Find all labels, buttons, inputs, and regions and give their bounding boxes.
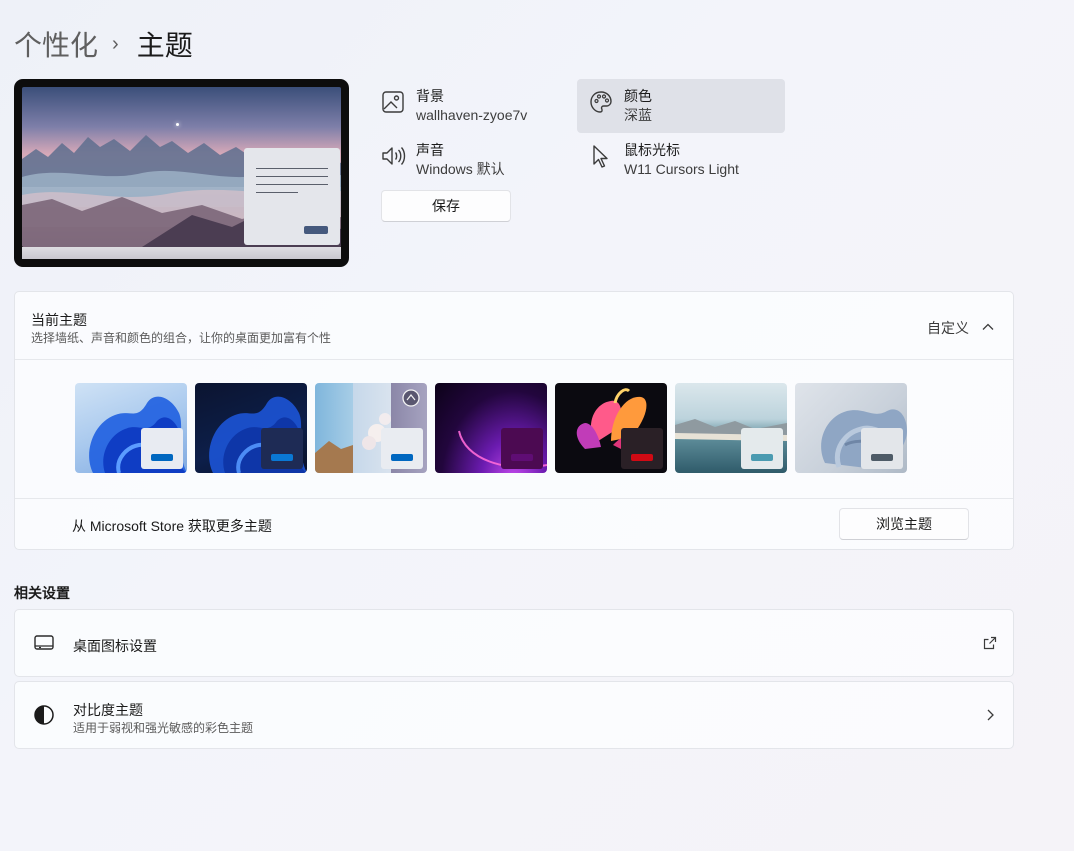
contrast-themes-label: 对比度主题 [73, 702, 143, 718]
preview-taskbar [22, 247, 341, 259]
speaker-icon [382, 147, 406, 165]
cursor-label: 鼠标光标 [624, 142, 680, 158]
color-label: 颜色 [624, 88, 652, 104]
theme-accent-swatch [631, 454, 653, 461]
related-settings-title: 相关设置 [14, 585, 70, 601]
theme-accent-swatch [871, 454, 893, 461]
contrast-themes-row[interactable]: 对比度主题 适用于弱视和强光敏感的彩色主题 [14, 681, 1014, 749]
current-theme-card: 当前主题 选择墙纸、声音和颜色的组合，让你的桌面更加富有个性 自定义 从 Mic… [14, 291, 1014, 550]
desktop-icon-settings-row[interactable]: 桌面图标设置 [14, 609, 1014, 677]
palette-icon [590, 91, 612, 113]
breadcrumb: 个性化 › 主题 [14, 24, 193, 64]
theme-thumbnail-windows-light[interactable] [75, 383, 187, 473]
breadcrumb-separator: › [112, 32, 119, 55]
theme-thumbnail-flow[interactable] [795, 383, 907, 473]
store-themes-text: 从 Microsoft Store 获取更多主题 [72, 518, 272, 534]
sound-label: 声音 [416, 142, 444, 158]
external-link-icon [983, 636, 997, 650]
chevron-right-icon [987, 709, 994, 721]
sound-setting[interactable]: 声音 Windows 默认 [380, 141, 505, 179]
mouse-pointer-icon [593, 145, 608, 168]
contrast-themes-subtitle: 适用于弱视和强光敏感的彩色主题 [73, 721, 254, 735]
background-value: wallhaven-zyoe7v [416, 107, 528, 123]
theme-mini-window [141, 428, 183, 469]
theme-accent-swatch [511, 454, 533, 461]
image-icon [382, 91, 404, 113]
desktop-icon [34, 635, 54, 650]
theme-thumbnail-windows-spotlight[interactable] [315, 383, 427, 473]
chevron-up-icon [982, 323, 994, 330]
sound-value: Windows 默认 [416, 161, 505, 177]
theme-accent-swatch [271, 454, 293, 461]
theme-thumbnail-glow[interactable] [435, 383, 547, 473]
theme-accent-swatch [391, 454, 413, 461]
browse-themes-button[interactable]: 浏览主题 [839, 508, 969, 540]
save-button[interactable]: 保存 [381, 190, 511, 222]
current-theme-title: 当前主题 [31, 312, 87, 328]
background-setting[interactable]: 背景 wallhaven-zyoe7v [380, 87, 527, 125]
theme-mini-window [861, 428, 903, 469]
current-theme-status: 自定义 [927, 320, 969, 336]
cursor-setting[interactable]: 鼠标光标 W11 Cursors Light [588, 141, 739, 179]
preview-window [244, 148, 340, 245]
breadcrumb-parent[interactable]: 个性化 [14, 24, 98, 64]
background-label: 背景 [416, 88, 444, 104]
color-value: 深蓝 [624, 107, 652, 123]
theme-thumbnail-windows-dark[interactable] [195, 383, 307, 473]
theme-thumbnail-captured-motion[interactable] [555, 383, 667, 473]
theme-mini-window [261, 428, 303, 469]
preview-wallpaper [22, 87, 341, 247]
theme-accent-swatch [751, 454, 773, 461]
current-theme-subtitle: 选择墙纸、声音和颜色的组合，让你的桌面更加富有个性 [31, 331, 332, 345]
theme-mini-window [621, 428, 663, 469]
theme-thumbnail-sunrise[interactable] [675, 383, 787, 473]
contrast-icon [34, 705, 54, 725]
page-title: 主题 [136, 30, 193, 61]
theme-mini-window [381, 428, 423, 469]
cursor-value: W11 Cursors Light [624, 161, 739, 177]
color-setting[interactable]: 颜色 深蓝 [588, 87, 652, 125]
theme-preview [14, 79, 349, 267]
theme-mini-window [501, 428, 543, 469]
theme-mini-window [741, 428, 783, 469]
theme-accent-swatch [151, 454, 173, 461]
current-theme-header[interactable]: 当前主题 选择墙纸、声音和颜色的组合，让你的桌面更加富有个性 自定义 [15, 292, 1013, 359]
desktop-icon-settings-label: 桌面图标设置 [73, 638, 157, 654]
